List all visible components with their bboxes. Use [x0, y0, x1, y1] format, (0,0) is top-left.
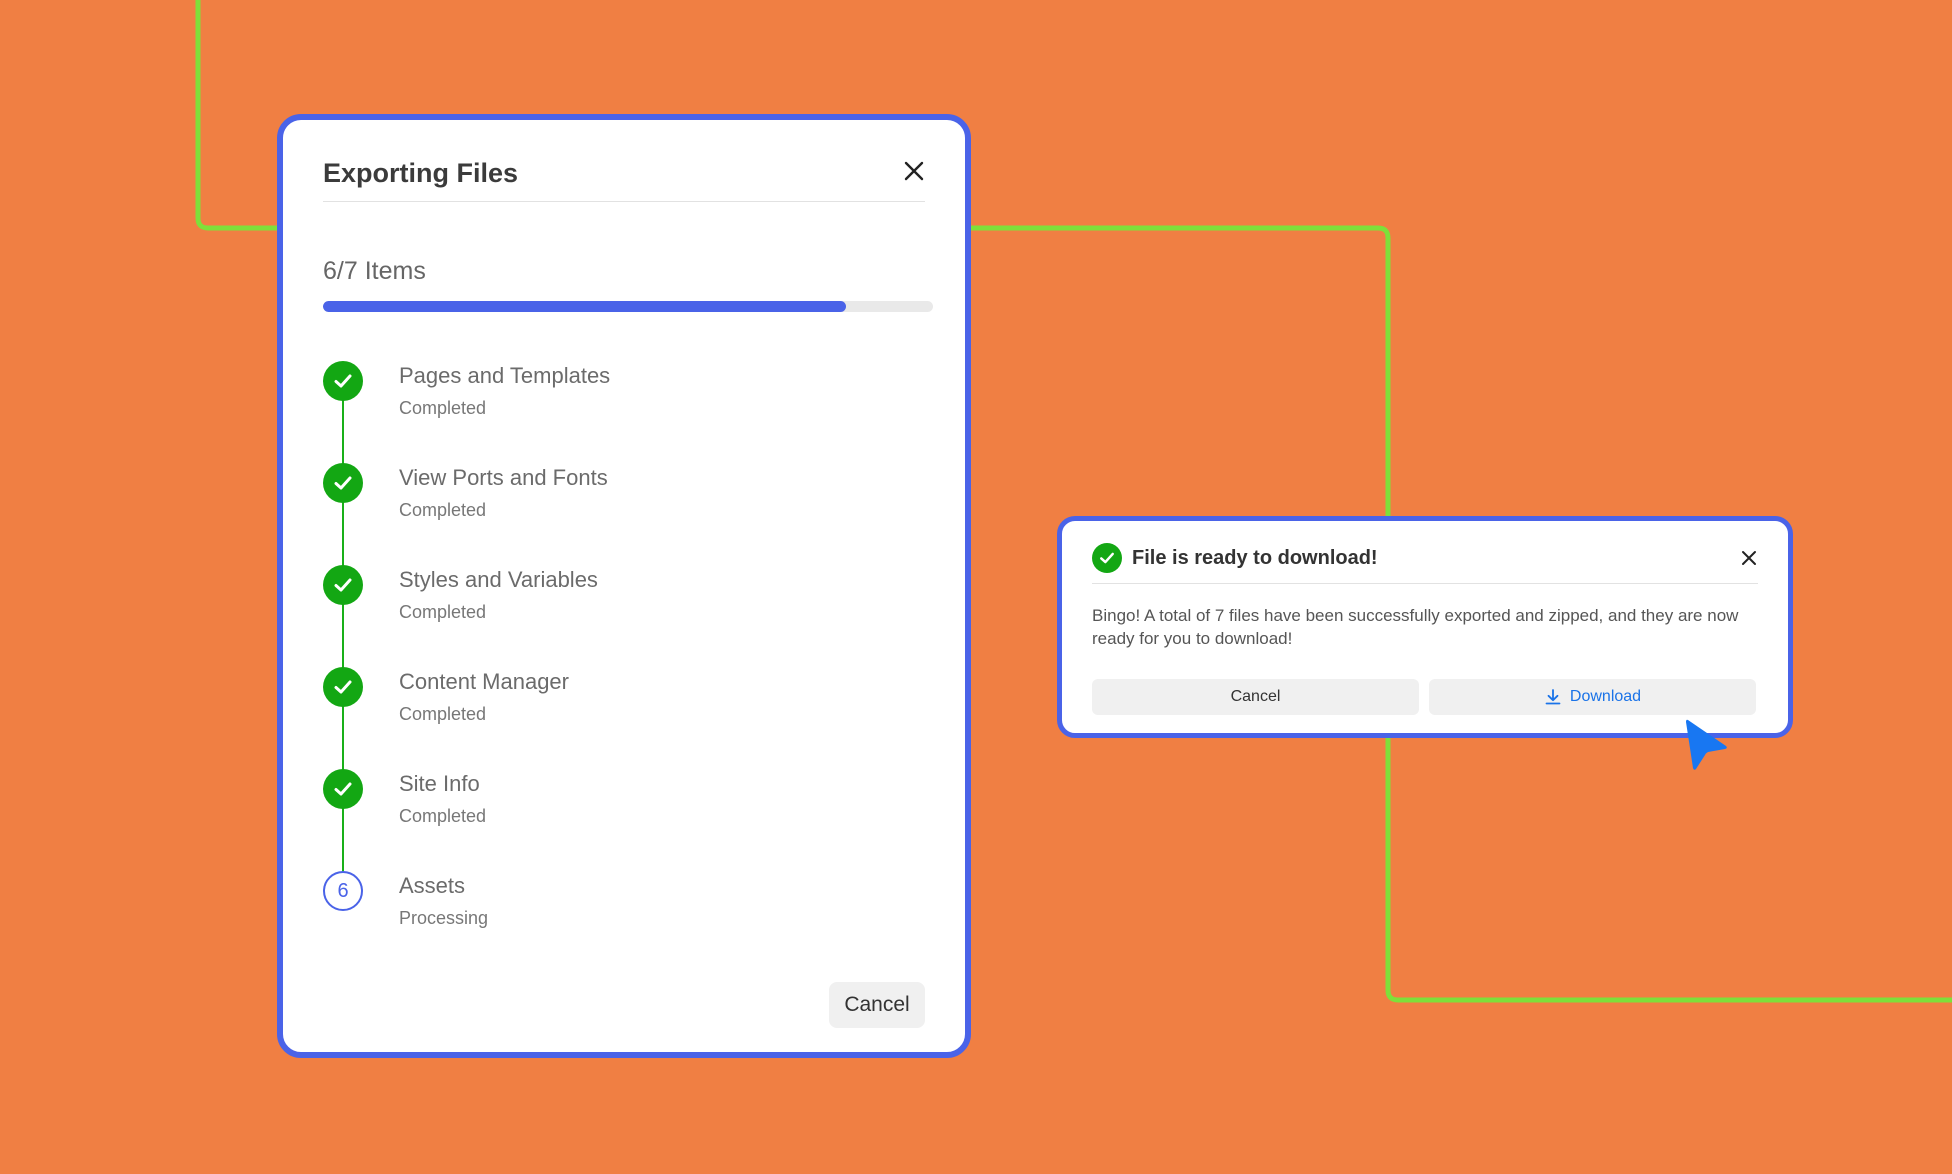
- export-modal: Exporting Files 6/7 Items Pages and Temp…: [277, 114, 971, 1058]
- step-status: Processing: [399, 908, 489, 928]
- canvas: Exporting Files 6/7 Items Pages and Temp…: [0, 0, 1952, 1174]
- modal-close-button[interactable]: [897, 154, 931, 188]
- step-status: Completed: [399, 398, 487, 418]
- close-icon: [904, 161, 924, 181]
- step-status: Completed: [399, 602, 487, 622]
- check-icon: [334, 782, 352, 796]
- step-status: Completed: [399, 806, 487, 826]
- step-status: Completed: [399, 704, 487, 724]
- modal-title: Exporting Files: [323, 158, 519, 188]
- step-title: Pages and Templates: [399, 363, 611, 388]
- close-icon: [1742, 551, 1756, 565]
- step-item-pages-and-templates: Pages and Templates Completed: [323, 361, 933, 441]
- progress-label: 6/7 Items: [323, 257, 426, 285]
- progress-bar-fill: [323, 301, 846, 312]
- check-icon: [334, 374, 352, 388]
- step-check-icon: [323, 565, 363, 605]
- step-title: Assets: [399, 873, 466, 898]
- step-status: Completed: [399, 500, 487, 520]
- step-item-site-info: Site Info Completed: [323, 769, 933, 849]
- step-title: Styles and Variables: [399, 567, 598, 592]
- step-item-content-manager: Content Manager Completed: [323, 667, 933, 747]
- toast-message: Bingo! A total of 7 files have been succ…: [1092, 606, 1739, 648]
- check-icon: [334, 680, 352, 694]
- toast-cancel-button[interactable]: Cancel: [1092, 679, 1419, 715]
- toast-header: File is ready to download!: [1092, 535, 1758, 584]
- step-item-view-ports-and-fonts: View Ports and Fonts Completed: [323, 463, 933, 543]
- step-item-assets: 6 Assets Processing: [323, 871, 933, 951]
- toast-title: File is ready to download!: [1132, 547, 1378, 569]
- step-title: Content Manager: [399, 669, 569, 694]
- check-icon: [334, 578, 352, 592]
- step-check-icon: [323, 463, 363, 503]
- success-check-icon: [1092, 543, 1122, 573]
- check-icon: [334, 476, 352, 490]
- toast-cancel-label: Cancel: [1230, 688, 1281, 705]
- step-title: View Ports and Fonts: [399, 465, 608, 490]
- step-number-badge: 6: [323, 871, 363, 911]
- modal-header: Exporting Files: [323, 146, 925, 202]
- step-check-icon: [323, 769, 363, 809]
- download-label: Download: [1569, 688, 1642, 705]
- modal-cancel-button[interactable]: Cancel: [829, 982, 925, 1028]
- step-check-icon: [323, 667, 363, 707]
- toast-close-button[interactable]: [1736, 545, 1762, 571]
- check-icon: [1100, 552, 1114, 564]
- progress-bar: [323, 301, 933, 312]
- download-ready-toast: File is ready to download! Bingo! A tota…: [1057, 516, 1793, 738]
- step-check-icon: [323, 361, 363, 401]
- steps-list: Pages and Templates Completed View Ports…: [323, 361, 933, 981]
- download-icon: [1545, 689, 1561, 705]
- step-title: Site Info: [399, 771, 480, 796]
- step-item-styles-and-variables: Styles and Variables Completed: [323, 565, 933, 645]
- download-button[interactable]: Download: [1429, 679, 1756, 715]
- mouse-pointer-icon: [1686, 719, 1727, 770]
